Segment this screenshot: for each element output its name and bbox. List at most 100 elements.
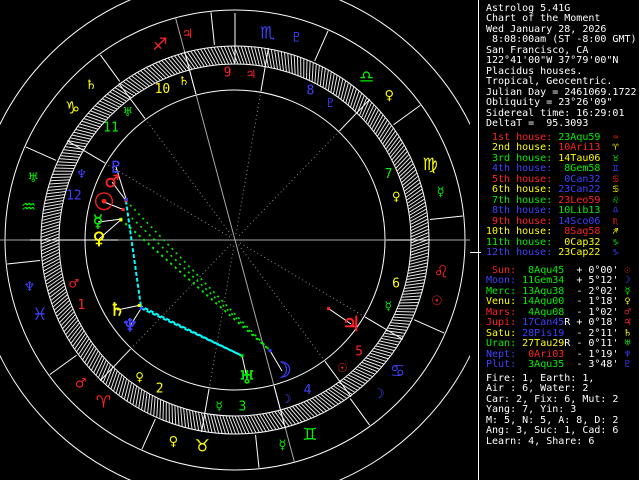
zodiac-sign-icon: ♊: [600, 163, 619, 175]
sign-glyph-aquarius-icon: ♒: [21, 197, 36, 217]
sign-ruler-icon: ♂: [75, 376, 87, 391]
planet-position-dot: [121, 208, 125, 212]
sign-glyph-sagittarius-icon: ♐: [152, 35, 167, 55]
planet-icon: ♅: [618, 338, 631, 350]
house-number: 11: [103, 121, 119, 136]
sign-ruler-icon: ♃: [182, 27, 194, 42]
planet-position-value: 17Can45: [516, 317, 565, 329]
house-cusp-value: 23Can22: [552, 184, 601, 196]
planet-velocity: - 1°19': [570, 348, 619, 360]
house-label: 11th house:: [486, 236, 553, 248]
sign-glyph-libra-icon: ♎: [359, 68, 374, 88]
house-label: 9th house:: [486, 215, 553, 227]
house-number: 3: [239, 399, 247, 414]
chart-info-block: Astrolog 5.41G Chart of the Moment Wed Jan…: [486, 3, 637, 129]
element-summary-block: Fire: 1, Earth: 1, Air : 6, Water: 2 Car: …: [486, 373, 618, 447]
planet-label: Plut:: [486, 359, 517, 371]
planet-position-value: 11Gem34: [516, 275, 565, 287]
planet-position-value: 0Ari03: [516, 348, 565, 360]
planet-position-dot: [119, 218, 123, 222]
sign-ruler-icon: ☿: [437, 185, 445, 200]
sign-glyph-capricorn-icon: ♑: [65, 99, 80, 119]
planet-velocity: + 5°12': [570, 275, 619, 287]
zodiac-sign-icon: ♑: [600, 236, 619, 248]
house-cusp-value: 23Leo59: [552, 194, 601, 206]
chart-info-line: Obliquity = 23°26'09": [486, 97, 613, 109]
planet-velocity: - 2°11': [570, 327, 619, 339]
zodiac-sign-icon: ♒: [600, 132, 619, 143]
planet-position-dot: [240, 354, 244, 358]
planet-position-dot: [137, 303, 141, 307]
house-label: 3rd house:: [486, 152, 553, 164]
degree-tick: [399, 301, 419, 304]
list-separator-tick: [470, 252, 481, 253]
house-cusp-value: 14Tau06: [552, 152, 601, 164]
planet-icon: ♄: [618, 327, 631, 339]
planet-velocity: - 1°18': [570, 296, 619, 308]
house-number: 5: [355, 344, 363, 359]
planet-label: Nept:: [486, 348, 517, 360]
info-panel: Astrolog 5.41G Chart of the Moment Wed Jan…: [470, 0, 640, 480]
house-label: 2nd house:: [486, 142, 553, 154]
house-ruler-icon: ♃: [245, 67, 256, 81]
house-number: 9: [224, 66, 232, 81]
zodiac-sign-icon: ♌: [600, 194, 619, 206]
chart-info-line: DeltaT = 95.3093: [486, 117, 589, 129]
planet-glyph-jupiter-icon: ♃: [342, 312, 361, 336]
zodiac-sign-icon: ♐: [600, 226, 619, 238]
planet-position-value: 28Pis19: [516, 327, 565, 339]
planet-position-value: 8Aqu45: [516, 265, 565, 276]
zodiac-sign-icon: ♋: [600, 184, 619, 196]
planet-label: Mars:: [486, 306, 517, 318]
house-ruler-icon: ♂: [68, 277, 79, 291]
house-cusp-value: 0Can32: [552, 173, 601, 185]
house-ruler-icon: ♅: [122, 105, 133, 119]
planet-velocity: + 0°18': [570, 317, 619, 329]
planet-position-value: 27Tau29: [516, 338, 565, 350]
house-ruler-icon: ♀: [135, 370, 144, 384]
house-cusp-value: 8Sag58: [552, 226, 601, 238]
house-ruler-icon: ♄: [179, 74, 190, 88]
house-cusp-value: 8Gem58: [552, 163, 601, 175]
house-ruler-icon: ♇: [325, 96, 336, 110]
house-cusp-row: 12th house: 23Cap22 ♑: [486, 246, 618, 258]
planet-label: Venu:: [486, 296, 517, 308]
zodiac-sign-icon: ♏: [600, 215, 619, 227]
planet-icon: ☉: [618, 265, 631, 276]
sign-glyph-aries-icon: ♈: [96, 392, 111, 412]
sign-ruler-icon: ☽: [373, 387, 385, 402]
sign-glyph-gemini-icon: ♊: [302, 425, 317, 445]
astrolog-window: ☉ ☽ ☿ ♀ ♂ ♃ ♄ ♅ ♆ ♇ ♈ ♂ ♉ ♀ ♊ ☿ ♋ ☽ ♌ ☉ ♍ ☿ ♎ ♀ ♏ ♇ ♐ ♃ ♑ ♄ ♒ ♅ ♓ ♆ 1 ♂ 2 ♀ 3 ☿…: [0, 0, 640, 480]
sign-glyph-cancer-icon: ♋: [390, 361, 405, 381]
planet-velocity: - 0°11': [570, 338, 619, 350]
planet-position-list: Sun: 8Aqu45 + 0°00' ☉ Moon: 11Gem34 + 5°1…: [486, 265, 631, 371]
planet-glyph-venus-icon: ♀: [93, 229, 105, 249]
sign-ruler-icon: ☿: [279, 438, 287, 453]
planet-glyph-pluto-icon: ♇: [109, 158, 123, 177]
sign-glyph-virgo-icon: ♍: [422, 155, 437, 175]
house-label: 12th house:: [486, 246, 553, 258]
planet-label: Moon:: [486, 275, 517, 287]
chart-wheel: ☉☽☿♀♂♃♄♅♆♇♈♂♉♀ ♊☿♋☽♌☉♍☿♎♀♏ ♇♐♃♑♄♒♅♓♆1♂2♀3☿…: [0, 0, 470, 480]
planet-glyph-uranus-icon: ♅: [239, 368, 255, 389]
planet-velocity: - 2°02': [570, 285, 619, 297]
house-label: 6th house:: [486, 184, 553, 196]
house-number: 6: [392, 277, 400, 292]
sign-ruler-icon: ♆: [24, 280, 36, 295]
planet-icon: ♂: [618, 306, 631, 318]
sign-ruler-icon: ☉: [431, 294, 443, 309]
sign-ruler-icon: ♀: [169, 434, 179, 449]
house-ruler-icon: ♆: [76, 167, 87, 181]
zodiac-sign-icon: ♋: [600, 173, 619, 185]
house-cusp-value: 10Ari13: [552, 142, 601, 154]
planet-position-value: 3Aqu35: [516, 359, 565, 371]
house-cusp-value: 14Sco06: [552, 215, 601, 227]
house-number: 4: [304, 383, 312, 398]
zodiac-sign-icon: ♎: [600, 205, 619, 217]
summary-line: Learn: 4, Share: 6: [486, 435, 595, 447]
panel-divider-line: [478, 0, 479, 480]
planet-icon: ☽: [618, 275, 631, 287]
sign-ruler-icon: ♅: [27, 171, 39, 186]
house-ruler-icon: ☿: [385, 299, 392, 313]
planet-icon: ☿: [618, 285, 631, 297]
